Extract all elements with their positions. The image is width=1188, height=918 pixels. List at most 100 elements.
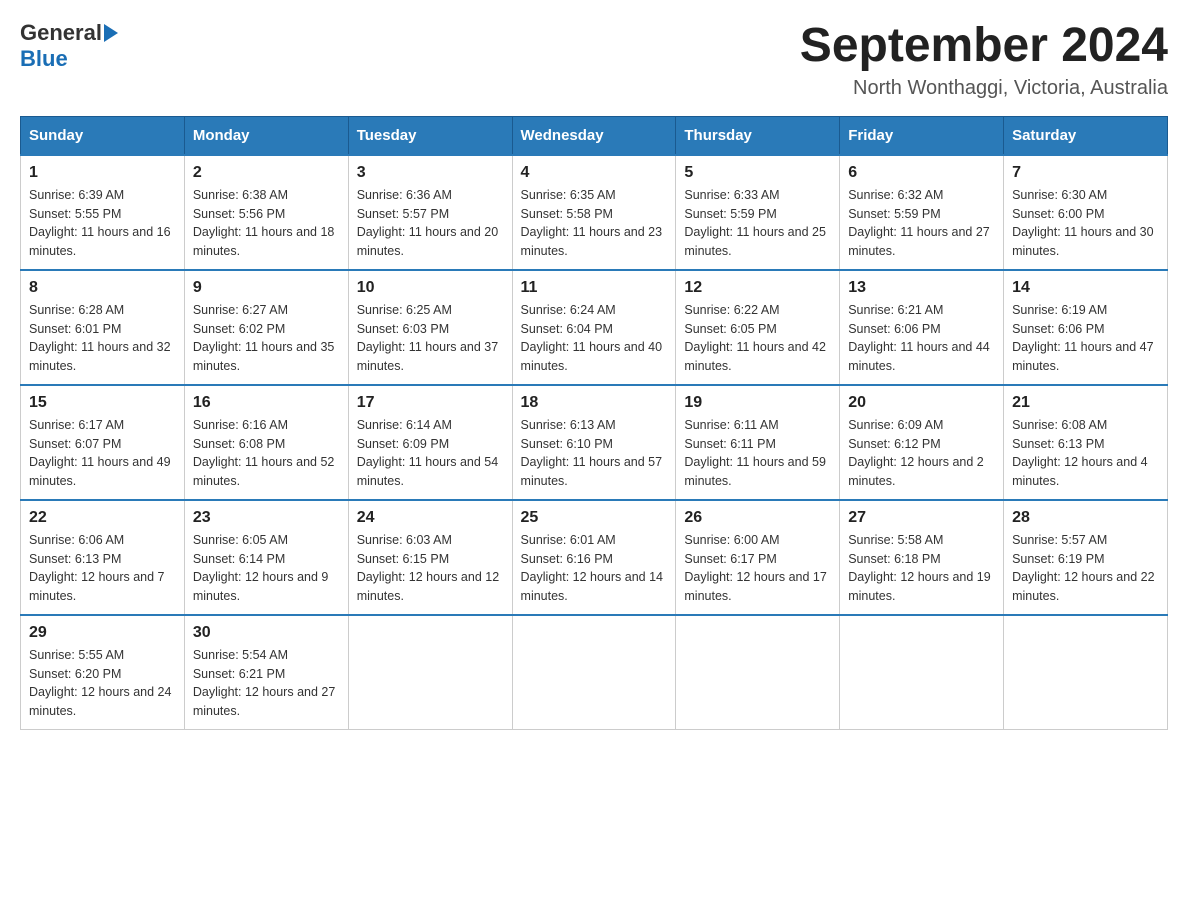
day-number: 11 — [521, 279, 668, 297]
day-number: 23 — [193, 509, 340, 527]
day-number: 30 — [193, 624, 340, 642]
calendar-cell: 24 Sunrise: 6:03 AMSunset: 6:15 PMDayligh… — [348, 500, 512, 615]
day-info: Sunrise: 6:24 AMSunset: 6:04 PMDaylight:… — [521, 301, 668, 376]
calendar-cell: 21 Sunrise: 6:08 AMSunset: 6:13 PMDayligh… — [1004, 385, 1168, 500]
location-subtitle: North Wonthaggi, Victoria, Australia — [800, 77, 1168, 100]
day-number: 9 — [193, 279, 340, 297]
day-number: 7 — [1012, 164, 1159, 182]
week-row-3: 15 Sunrise: 6:17 AMSunset: 6:07 PMDayligh… — [21, 385, 1168, 500]
calendar-cell: 27 Sunrise: 5:58 AMSunset: 6:18 PMDayligh… — [840, 500, 1004, 615]
calendar-cell: 6 Sunrise: 6:32 AMSunset: 5:59 PMDaylight… — [840, 155, 1004, 270]
day-number: 21 — [1012, 394, 1159, 412]
calendar-cell — [1004, 615, 1168, 730]
weekday-header-friday: Friday — [840, 116, 1004, 155]
day-number: 27 — [848, 509, 995, 527]
page-header: General Blue September 2024 North Wontha… — [20, 20, 1168, 100]
week-row-4: 22 Sunrise: 6:06 AMSunset: 6:13 PMDayligh… — [21, 500, 1168, 615]
day-info: Sunrise: 6:17 AMSunset: 6:07 PMDaylight:… — [29, 416, 176, 491]
day-info: Sunrise: 5:55 AMSunset: 6:20 PMDaylight:… — [29, 646, 176, 721]
calendar-cell — [512, 615, 676, 730]
day-number: 5 — [684, 164, 831, 182]
calendar-cell: 29 Sunrise: 5:55 AMSunset: 6:20 PMDayligh… — [21, 615, 185, 730]
calendar-cell: 15 Sunrise: 6:17 AMSunset: 6:07 PMDayligh… — [21, 385, 185, 500]
day-number: 12 — [684, 279, 831, 297]
calendar-cell: 7Sunrise: 6:30 AMSunset: 6:00 PMDaylight… — [1004, 155, 1168, 270]
calendar-cell: 11 Sunrise: 6:24 AMSunset: 6:04 PMDayligh… — [512, 270, 676, 385]
day-number: 14 — [1012, 279, 1159, 297]
calendar-cell: 8Sunrise: 6:28 AMSunset: 6:01 PMDaylight… — [21, 270, 185, 385]
week-row-1: 1Sunrise: 6:39 AMSunset: 5:55 PMDaylight… — [21, 155, 1168, 270]
day-number: 20 — [848, 394, 995, 412]
weekday-header-monday: Monday — [184, 116, 348, 155]
day-number: 13 — [848, 279, 995, 297]
logo-general-text: General — [20, 20, 102, 46]
calendar-cell: 13 Sunrise: 6:21 AMSunset: 6:06 PMDayligh… — [840, 270, 1004, 385]
day-info: Sunrise: 6:22 AMSunset: 6:05 PMDaylight:… — [684, 301, 831, 376]
day-info: Sunrise: 6:03 AMSunset: 6:15 PMDaylight:… — [357, 531, 504, 606]
calendar-cell — [676, 615, 840, 730]
day-info: Sunrise: 6:33 AMSunset: 5:59 PMDaylight:… — [684, 186, 831, 261]
day-info: Sunrise: 5:57 AMSunset: 6:19 PMDaylight:… — [1012, 531, 1159, 606]
page-title: September 2024 — [800, 20, 1168, 73]
calendar-cell — [840, 615, 1004, 730]
logo-blue-text: Blue — [20, 46, 68, 71]
week-row-2: 8Sunrise: 6:28 AMSunset: 6:01 PMDaylight… — [21, 270, 1168, 385]
title-section: September 2024 North Wonthaggi, Victoria… — [800, 20, 1168, 100]
day-number: 29 — [29, 624, 176, 642]
calendar-table: SundayMondayTuesdayWednesdayThursdayFrid… — [20, 116, 1168, 730]
day-number: 1 — [29, 164, 176, 182]
logo-arrow-icon — [104, 24, 118, 42]
calendar-cell: 9 Sunrise: 6:27 AMSunset: 6:02 PMDaylight… — [184, 270, 348, 385]
day-number: 15 — [29, 394, 176, 412]
week-row-5: 29 Sunrise: 5:55 AMSunset: 6:20 PMDayligh… — [21, 615, 1168, 730]
calendar-cell: 1Sunrise: 6:39 AMSunset: 5:55 PMDaylight… — [21, 155, 185, 270]
day-number: 4 — [521, 164, 668, 182]
weekday-header-wednesday: Wednesday — [512, 116, 676, 155]
day-number: 6 — [848, 164, 995, 182]
day-info: Sunrise: 6:06 AMSunset: 6:13 PMDaylight:… — [29, 531, 176, 606]
day-number: 28 — [1012, 509, 1159, 527]
day-info: Sunrise: 6:05 AMSunset: 6:14 PMDaylight:… — [193, 531, 340, 606]
calendar-cell: 14 Sunrise: 6:19 AMSunset: 6:06 PMDayligh… — [1004, 270, 1168, 385]
day-number: 24 — [357, 509, 504, 527]
day-info: Sunrise: 6:14 AMSunset: 6:09 PMDaylight:… — [357, 416, 504, 491]
day-info: Sunrise: 6:21 AMSunset: 6:06 PMDaylight:… — [848, 301, 995, 376]
day-info: Sunrise: 5:58 AMSunset: 6:18 PMDaylight:… — [848, 531, 995, 606]
day-number: 22 — [29, 509, 176, 527]
day-info: Sunrise: 6:38 AMSunset: 5:56 PMDaylight:… — [193, 186, 340, 261]
day-info: Sunrise: 6:25 AMSunset: 6:03 PMDaylight:… — [357, 301, 504, 376]
day-number: 19 — [684, 394, 831, 412]
calendar-cell: 10 Sunrise: 6:25 AMSunset: 6:03 PMDayligh… — [348, 270, 512, 385]
calendar-cell: 5 Sunrise: 6:33 AMSunset: 5:59 PMDaylight… — [676, 155, 840, 270]
calendar-cell: 18Sunrise: 6:13 AMSunset: 6:10 PMDayligh… — [512, 385, 676, 500]
weekday-header-saturday: Saturday — [1004, 116, 1168, 155]
day-number: 8 — [29, 279, 176, 297]
day-info: Sunrise: 6:35 AMSunset: 5:58 PMDaylight:… — [521, 186, 668, 261]
calendar-cell: 12 Sunrise: 6:22 AMSunset: 6:05 PMDayligh… — [676, 270, 840, 385]
day-info: Sunrise: 6:32 AMSunset: 5:59 PMDaylight:… — [848, 186, 995, 261]
day-info: Sunrise: 6:08 AMSunset: 6:13 PMDaylight:… — [1012, 416, 1159, 491]
day-info: Sunrise: 6:09 AMSunset: 6:12 PMDaylight:… — [848, 416, 995, 491]
day-number: 17 — [357, 394, 504, 412]
weekday-header-thursday: Thursday — [676, 116, 840, 155]
day-info: Sunrise: 6:36 AMSunset: 5:57 PMDaylight:… — [357, 186, 504, 261]
day-info: Sunrise: 6:16 AMSunset: 6:08 PMDaylight:… — [193, 416, 340, 491]
day-info: Sunrise: 6:27 AMSunset: 6:02 PMDaylight:… — [193, 301, 340, 376]
day-number: 18 — [521, 394, 668, 412]
calendar-cell: 20 Sunrise: 6:09 AMSunset: 6:12 PMDayligh… — [840, 385, 1004, 500]
calendar-cell: 19 Sunrise: 6:11 AMSunset: 6:11 PMDayligh… — [676, 385, 840, 500]
day-number: 10 — [357, 279, 504, 297]
calendar-cell: 28 Sunrise: 5:57 AMSunset: 6:19 PMDayligh… — [1004, 500, 1168, 615]
day-info: Sunrise: 5:54 AMSunset: 6:21 PMDaylight:… — [193, 646, 340, 721]
logo: General Blue — [20, 20, 120, 72]
day-number: 3 — [357, 164, 504, 182]
weekday-header-tuesday: Tuesday — [348, 116, 512, 155]
day-number: 25 — [521, 509, 668, 527]
calendar-cell: 23 Sunrise: 6:05 AMSunset: 6:14 PMDayligh… — [184, 500, 348, 615]
weekday-header-row: SundayMondayTuesdayWednesdayThursdayFrid… — [21, 116, 1168, 155]
day-number: 16 — [193, 394, 340, 412]
calendar-cell: 16 Sunrise: 6:16 AMSunset: 6:08 PMDayligh… — [184, 385, 348, 500]
day-info: Sunrise: 6:11 AMSunset: 6:11 PMDaylight:… — [684, 416, 831, 491]
day-info: Sunrise: 6:19 AMSunset: 6:06 PMDaylight:… — [1012, 301, 1159, 376]
calendar-cell: 25Sunrise: 6:01 AMSunset: 6:16 PMDayligh… — [512, 500, 676, 615]
